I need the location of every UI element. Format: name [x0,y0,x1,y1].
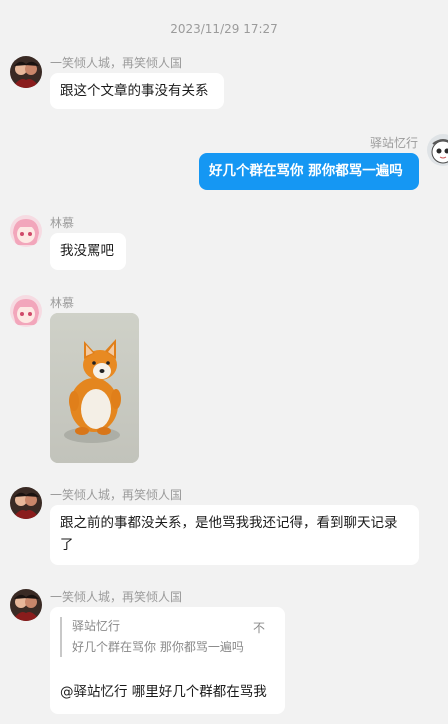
message-bubble-reply[interactable]: 驿站忆行 好几个群在骂你 那你都骂一遍吗 不 @驿站忆行 哪里好几个群都在骂我 [50,607,285,714]
reply-text: @驿站忆行 哪里好几个群都在骂我 [60,684,267,700]
avatar[interactable] [427,134,448,166]
message-timestamp: 2023/11/29 17:27 [170,22,278,36]
sender-name: 林慕 [50,296,75,310]
sender-name: 林慕 [50,216,75,230]
avatar[interactable] [10,589,42,621]
corgi-image[interactable] [50,313,139,463]
message-bubble[interactable]: 我没罵吧 [50,233,126,270]
sender-name: 驿站忆行 [369,136,418,150]
sender-name: 一笑倾人城，再笑倾人国 [50,56,183,70]
quoted-sender: 驿站忆行 [72,619,121,633]
quote-more: 不 [252,621,265,635]
avatar[interactable] [10,295,42,327]
sender-name: 一笑倾人城，再笑倾人国 [50,590,183,604]
avatar[interactable] [10,215,42,247]
avatar[interactable] [10,487,42,519]
message-bubble[interactable]: 跟之前的事都没关系，是他骂我我还记得，看到聊天记录了 [50,505,419,565]
avatar[interactable] [10,56,42,88]
message-bubble[interactable]: 跟这个文章的事没有关系 [50,73,224,109]
quoted-message[interactable]: 驿站忆行 好几个群在骂你 那你都骂一遍吗 不 [60,617,275,657]
message-bubble-self[interactable]: 好几个群在骂你 那你都骂一遍吗 [199,153,419,190]
sender-name: 一笑倾人城，再笑倾人国 [50,488,183,502]
chat-view: 2023/11/29 17:27 一笑倾人城，再笑倾人国 跟这个文章的事没有关系… [0,0,448,724]
quoted-text: 好几个群在骂你 那你都骂一遍吗 [72,640,244,654]
